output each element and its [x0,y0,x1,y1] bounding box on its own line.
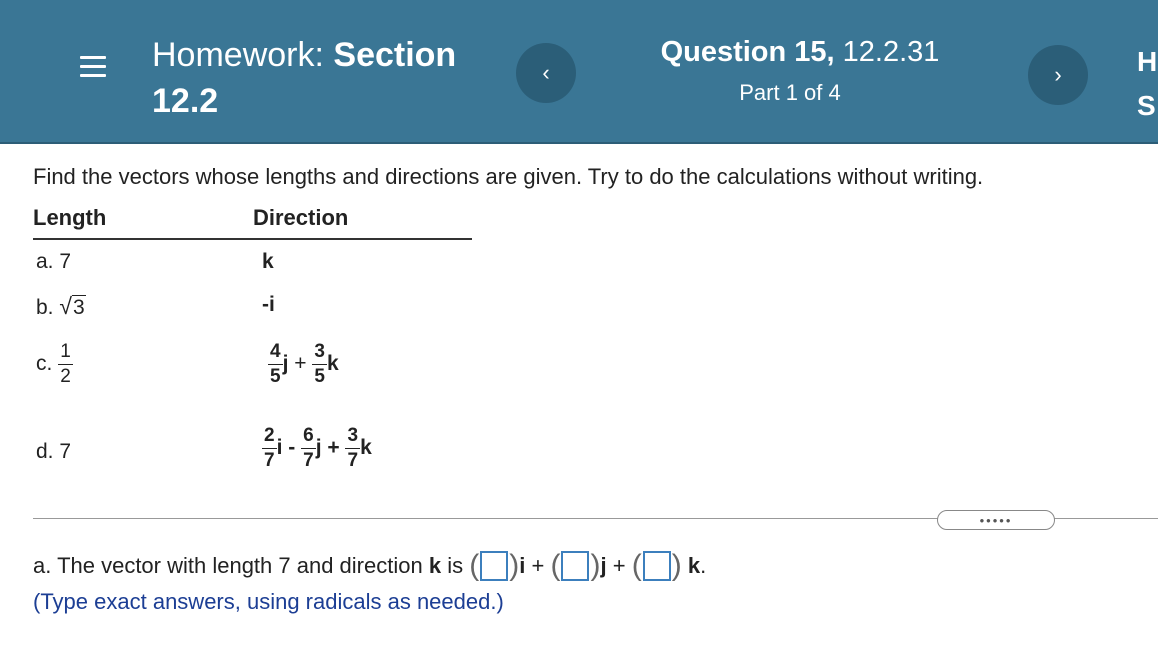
truncated-bottom: S [1137,90,1156,121]
numerator: 6 [303,425,314,446]
row-label: a. [36,250,54,273]
answer-box-i[interactable] [480,551,509,581]
fraction: 67 [301,424,316,473]
numerator: 3 [347,425,359,446]
row-c-length: c. 12 [36,340,73,389]
denominator: 5 [312,364,327,387]
previous-question-button[interactable]: ‹ [516,43,576,103]
answer-prefix: a. The vector with length 7 and directio… [33,553,423,578]
table-header-direction: Direction [253,205,349,230]
menu-icon[interactable] [80,56,106,78]
expand-more-button[interactable]: ••••• [937,510,1055,530]
header-bar: Homework: Section 12.2 ‹ Question 15, 12… [0,0,1158,144]
unit-vector-k: k [687,553,701,578]
unit-vector: j [282,352,289,376]
row-d-length: d. 7 [36,440,71,464]
table-header-length: Length [33,205,107,230]
fraction: 12 [58,340,73,389]
row-a-length: a. 7 [36,250,71,274]
close-paren: ) [509,549,520,582]
row-label: c. [36,352,53,376]
denominator: 2 [58,364,73,387]
fraction: 37 [345,424,361,473]
answer-is: is [447,553,464,578]
fraction: 45 [268,340,283,389]
denominator: 7 [345,448,361,471]
row-c-direction: 45j + 35k [268,340,339,389]
operator: + [327,436,340,460]
row-label: d. [36,440,54,463]
row-a-direction: k [262,250,274,273]
answer-hint: (Type exact answers, using radicals as n… [33,589,504,614]
numerator: 3 [314,341,325,362]
next-question-button[interactable]: › [1028,45,1088,105]
fraction: 27 [262,424,277,473]
question-part: Part 1 of 4 [739,80,841,105]
homework-section: Section [333,36,457,74]
truncated-top: H [1137,46,1158,77]
operator: - [288,436,296,460]
question-ref: 12.2.31 [842,36,940,68]
answer-box-j[interactable] [561,551,590,581]
chevron-left-icon: ‹ [542,60,550,85]
row-label: b. [36,296,54,319]
homework-title[interactable]: Homework: Section 12.2 [152,32,497,124]
open-paren: ( [550,549,561,582]
denominator: 7 [262,448,277,471]
numerator: 2 [264,425,275,446]
answer-direction: k [428,553,442,578]
fraction: 35 [312,340,327,389]
radicand: 3 [71,295,86,319]
question-label: Question 15, [660,36,835,68]
question-title: Question 15, 12.2.31 [580,36,1020,69]
row-length-value: 7 [59,250,72,273]
unit-vector: j [315,436,322,460]
plus-sign: + [612,553,626,578]
instruction-text: Find the vectors whose lengths and direc… [33,164,984,189]
row-d-direction: 27i - 67j + 37k [262,424,372,473]
table-header-rule [33,238,472,240]
truncated-header-text: H S [1137,40,1157,128]
numerator: 4 [270,341,281,362]
answer-line: a. The vector with length 7 and directio… [33,549,706,583]
denominator: 5 [268,364,283,387]
row-b-direction: -i [262,293,275,316]
unit-vector: k [326,352,339,376]
homework-prefix: Homework: [152,36,324,74]
denominator: 7 [301,448,316,471]
numerator: 1 [60,341,71,362]
answer-box-k[interactable] [642,551,671,581]
unit-vector: i [276,436,283,460]
unit-vector: k [360,436,372,460]
unit-vector-i: i [519,553,526,578]
row-b-length: b. √3 [36,293,86,320]
operator: + [294,352,307,376]
chevron-right-icon: › [1054,62,1062,87]
open-paren: ( [631,549,642,582]
homework-section-number: 12.2 [152,82,219,120]
open-paren: ( [469,549,480,582]
row-length-value: 7 [59,440,72,463]
close-paren: ) [671,549,682,582]
period: . [700,553,707,578]
plus-sign: + [531,553,545,578]
unit-vector-j: j [600,553,607,578]
sqrt-symbol: √ [59,293,72,319]
close-paren: ) [590,549,601,582]
